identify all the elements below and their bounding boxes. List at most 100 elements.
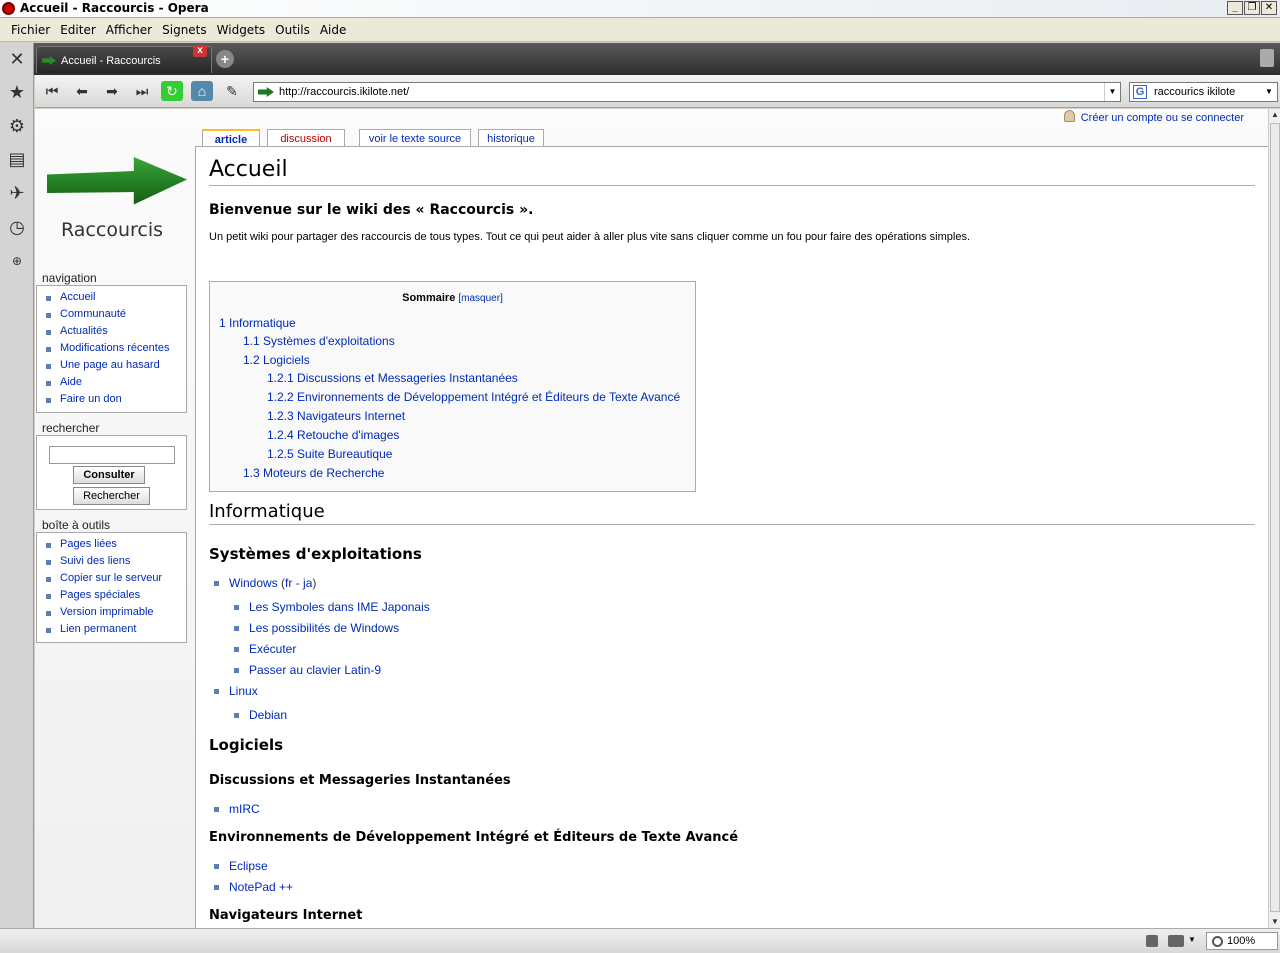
menu-signets[interactable]: Signets [162, 23, 207, 37]
zoom-control[interactable]: 100% [1206, 932, 1278, 950]
browser-tab[interactable]: Accueil - Raccourcis x [36, 45, 212, 73]
table-of-contents: Sommaire [masquer] 1 Informatique 1.1 Sy… [209, 281, 696, 492]
search-dropdown-icon[interactable]: ▼ [1261, 83, 1277, 101]
list-item[interactable]: Debian [233, 708, 287, 722]
navigation-heading: navigation [42, 271, 97, 285]
menu-fichier[interactable]: Fichier [11, 23, 50, 37]
nav-link-don[interactable]: Faire un don [43, 391, 186, 408]
section-navigateurs: Navigateurs Internet [209, 908, 363, 923]
toc-item[interactable]: 1 Informatique [219, 316, 296, 330]
reload-button[interactable]: ↻ [161, 81, 183, 101]
toolbox-link-permanent[interactable]: Lien permanent [43, 621, 186, 638]
tab-label: Accueil - Raccourcis [61, 55, 161, 67]
nav-link-random[interactable]: Une page au hasard [43, 357, 186, 374]
search-button[interactable]: Rechercher [73, 487, 150, 505]
toolbox-link-special[interactable]: Pages spéciales [43, 587, 186, 604]
menu-outils[interactable]: Outils [275, 23, 310, 37]
toolbox-heading: boîte à outils [42, 518, 111, 532]
arrow-logo-icon [47, 157, 187, 205]
nav-link-modifications[interactable]: Modifications récentes [43, 340, 186, 357]
section-informatique: Informatique [209, 501, 325, 522]
welcome-heading: Bienvenue sur le wiki des « Raccourcis »… [209, 202, 534, 218]
tab-bar: Accueil - Raccourcis x + [0, 43, 1280, 75]
nav-link-accueil[interactable]: Accueil [43, 289, 186, 306]
menu-widgets[interactable]: Widgets [217, 23, 266, 37]
list-item[interactable]: NotePad ++ [213, 880, 293, 894]
add-panel-icon[interactable]: ⊕ [2, 245, 32, 277]
network-icon[interactable] [1146, 935, 1158, 947]
minimize-button[interactable]: _ [1227, 1, 1243, 15]
site-favicon-icon [42, 56, 56, 65]
windows-panel-icon[interactable]: ▤ [2, 143, 32, 175]
toolbox-link-suivi[interactable]: Suivi des liens [43, 553, 186, 570]
tab-close-button[interactable]: x [193, 45, 207, 57]
section-discussions: Discussions et Messageries Instantanées [209, 773, 511, 788]
logo-text: Raccourcis [61, 219, 164, 241]
toolbox-link-print[interactable]: Version imprimable [43, 604, 186, 621]
list-item[interactable]: Passer au clavier Latin-9 [233, 663, 381, 677]
menu-aide[interactable]: Aide [320, 23, 347, 37]
forward-button[interactable]: ➡ [101, 81, 123, 101]
google-icon[interactable]: G [1133, 85, 1147, 99]
trash-icon[interactable] [1260, 49, 1274, 67]
scroll-up-icon[interactable]: ▲ [1269, 109, 1280, 121]
back-button[interactable]: ⬅ [71, 81, 93, 101]
nav-link-actualites[interactable]: Actualités [43, 323, 186, 340]
search-field[interactable]: G raccourics ikilote ▼ [1129, 82, 1278, 102]
camera-dropdown-icon[interactable]: ▼ [1188, 935, 1196, 944]
camera-icon[interactable] [1168, 935, 1184, 947]
list-item[interactable]: Linux [214, 684, 258, 698]
menu-editer[interactable]: Editer [60, 23, 96, 37]
nav-link-communaute[interactable]: Communauté [43, 306, 186, 323]
status-bar: ▼ 100% [0, 928, 1280, 953]
url-dropdown-icon[interactable]: ▼ [1104, 83, 1120, 101]
intro-text: Un petit wiki pour partager des raccourc… [209, 231, 971, 243]
vertical-scrollbar[interactable]: ▲ ▼ [1268, 109, 1280, 928]
list-item[interactable]: Les Symboles dans IME Japonais [234, 600, 430, 614]
section-systemes: Systèmes d'exploitations [209, 545, 422, 563]
toc-item[interactable]: 1.2.1 Discussions et Messageries Instant… [267, 371, 518, 385]
toc-hide-link[interactable]: [masquer] [458, 293, 502, 304]
close-window-button[interactable]: ✕ [1261, 1, 1277, 15]
bookmarks-star-icon[interactable]: ★ [2, 76, 32, 108]
create-account-link[interactable]: Créer un compte ou se connecter [1064, 110, 1244, 124]
toolbox-link-pages-liees[interactable]: Pages liées [43, 536, 186, 553]
scroll-down-icon[interactable]: ▼ [1269, 916, 1280, 928]
wiki-search-input[interactable] [49, 446, 175, 464]
toc-item[interactable]: 1.3 Moteurs de Recherche [243, 466, 384, 480]
list-item[interactable]: mIRC [214, 802, 260, 816]
url-text: http://raccourcis.ikilote.net/ [279, 86, 410, 98]
list-item[interactable]: Les possibilités de Windows [233, 621, 399, 635]
address-field[interactable]: http://raccourcis.ikilote.net/ ▼ [253, 82, 1121, 102]
settings-gear-icon[interactable]: ⚙ [2, 110, 32, 142]
rewind-button[interactable]: ⏮ [41, 81, 63, 101]
menu-afficher[interactable]: Afficher [106, 23, 152, 37]
toc-item[interactable]: 1.2.5 Suite Bureautique [267, 447, 392, 461]
toc-item[interactable]: 1.2.3 Navigateurs Internet [267, 409, 405, 423]
edit-pen-icon[interactable]: ✎ [221, 81, 243, 101]
list-item[interactable]: Exécuter [233, 642, 296, 656]
home-button[interactable]: ⌂ [191, 81, 213, 101]
tools-icon[interactable]: ✕ [2, 43, 32, 75]
links-panel-icon[interactable]: ✈ [2, 177, 32, 209]
fast-forward-button[interactable]: ⏭ [131, 81, 153, 101]
zoom-value: 100% [1227, 935, 1256, 947]
toc-item[interactable]: 1.1 Systèmes d'exploitations [243, 334, 395, 348]
section-logiciels: Logiciels [209, 736, 284, 754]
windows-ja-link[interactable]: ja [303, 576, 312, 590]
scroll-thumb[interactable] [1270, 123, 1280, 912]
navigation-portlet: Accueil Communauté Actualités Modificati… [36, 285, 187, 413]
list-item[interactable]: Eclipse [214, 859, 268, 873]
toc-item[interactable]: 1.2.4 Retouche d'images [267, 428, 399, 442]
restore-button[interactable]: ❐ [1244, 1, 1260, 15]
nav-link-aide[interactable]: Aide [43, 374, 186, 391]
toc-item[interactable]: 1.2.2 Environnements de Développement In… [267, 390, 680, 404]
consult-button[interactable]: Consulter [73, 466, 145, 484]
site-logo[interactable]: Raccourcis [45, 157, 190, 247]
new-tab-button[interactable]: + [216, 50, 234, 68]
toolbox-link-upload[interactable]: Copier sur le serveur [43, 570, 186, 587]
windows-link[interactable]: Windows [229, 576, 278, 590]
toolbox-portlet: Pages liées Suivi des liens Copier sur l… [36, 532, 187, 643]
history-clock-icon[interactable]: ◷ [2, 211, 32, 243]
toc-item[interactable]: 1.2 Logiciels [243, 353, 310, 367]
